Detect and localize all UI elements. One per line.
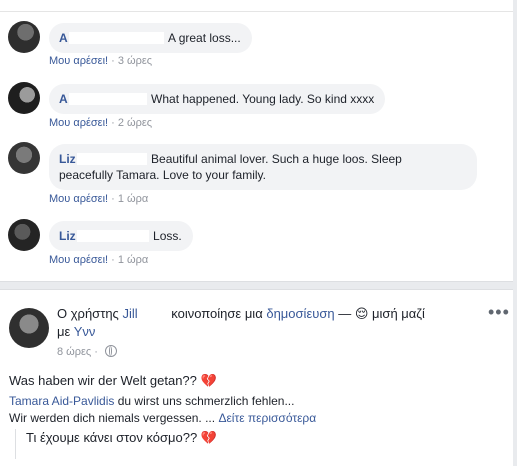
post-text: Was haben wir der Welt getan?? 💔	[9, 373, 217, 388]
broken-heart-emoji: 💔	[200, 373, 217, 388]
comment-bubble: Liz Loss.	[49, 221, 193, 251]
commenter-name[interactable]: A	[59, 92, 148, 106]
commenter-name[interactable]: Α	[59, 31, 165, 45]
comment-actions: Μου αρέσει! · 1 ώρα	[49, 254, 149, 266]
comment-actions: Μου αρέσει! · 3 ώρες	[49, 55, 153, 67]
divider	[0, 11, 513, 12]
broken-heart-emoji: 💔	[200, 430, 218, 445]
quoted-post[interactable]: Τι έχουμε κάνει στον κόσμο?? 💔	[15, 429, 506, 459]
avatar[interactable]	[8, 82, 40, 114]
redaction	[68, 32, 164, 44]
comment-bubble: Liz Beautiful animal lover. Such a huge …	[49, 144, 477, 190]
comment-text: What happened. Young lady. So kind xxxx	[151, 92, 375, 106]
redaction	[76, 230, 149, 242]
feeling-text: μισή μαζί	[372, 306, 425, 321]
redaction	[76, 153, 147, 165]
more-options-icon[interactable]: •••	[488, 302, 510, 323]
avatar[interactable]	[8, 21, 40, 53]
tagged-name[interactable]: Υνν	[74, 324, 150, 339]
feeling-emoji: 😌	[354, 306, 369, 321]
like-link[interactable]: Μου αρέσει!	[49, 254, 108, 266]
comment-bubble: A What happened. Young lady. So kind xxx…	[49, 84, 386, 114]
comment-time[interactable]: 1 ώρα	[118, 193, 148, 205]
avatar[interactable]	[8, 219, 40, 251]
shared-author-link[interactable]: Tamara Aid-Pavlidis	[9, 394, 114, 408]
comment-time[interactable]: 3 ώρες	[118, 55, 152, 67]
like-link[interactable]: Μου αρέσει!	[49, 55, 108, 67]
avatar[interactable]	[9, 308, 49, 348]
comment-text: Loss.	[153, 229, 182, 243]
post-timestamp: 8 ώρες ·	[57, 345, 118, 358]
redaction	[138, 308, 167, 320]
comment-actions: Μου αρέσει! · 1 ώρα	[49, 193, 149, 205]
redaction	[68, 93, 147, 105]
see-more-link[interactable]: Δείτε περισσότερα	[218, 411, 316, 425]
commenter-name[interactable]: Liz	[59, 152, 148, 166]
comment-time[interactable]: 2 ώρες	[118, 117, 152, 129]
redaction	[96, 326, 149, 338]
like-link[interactable]: Μου αρέσει!	[49, 193, 108, 205]
comments-card: Α A great loss... Μου αρέσει! · 3 ώρες A…	[0, 0, 513, 282]
comment-time[interactable]: 1 ώρα	[118, 254, 148, 266]
shared-post-text: Tamara Aid-Pavlidis du wirst uns schmerz…	[9, 394, 317, 425]
shared-post-link[interactable]: δημοσίευση	[266, 306, 334, 321]
shared-post-card: Ο χρήστης Jill κοινοποίησε μια δημοσίευσ…	[0, 289, 513, 466]
globe-icon	[105, 345, 118, 357]
comment-bubble: Α A great loss...	[49, 23, 252, 53]
comment-text: A great loss...	[168, 31, 241, 45]
author-name[interactable]: Jill	[122, 306, 167, 321]
post-header: Ο χρήστης Jill κοινοποίησε μια δημοσίευσ…	[57, 306, 425, 339]
avatar[interactable]	[8, 142, 40, 174]
comment-text-line-1: Beautiful animal lover. Such a huge loos…	[151, 152, 402, 166]
comment-actions: Μου αρέσει! · 2 ώρες	[49, 117, 153, 129]
comment-text-line-2: peacefully Tamara. Love to your family.	[59, 168, 266, 182]
like-link[interactable]: Μου αρέσει!	[49, 117, 108, 129]
commenter-name[interactable]: Liz	[59, 229, 150, 243]
